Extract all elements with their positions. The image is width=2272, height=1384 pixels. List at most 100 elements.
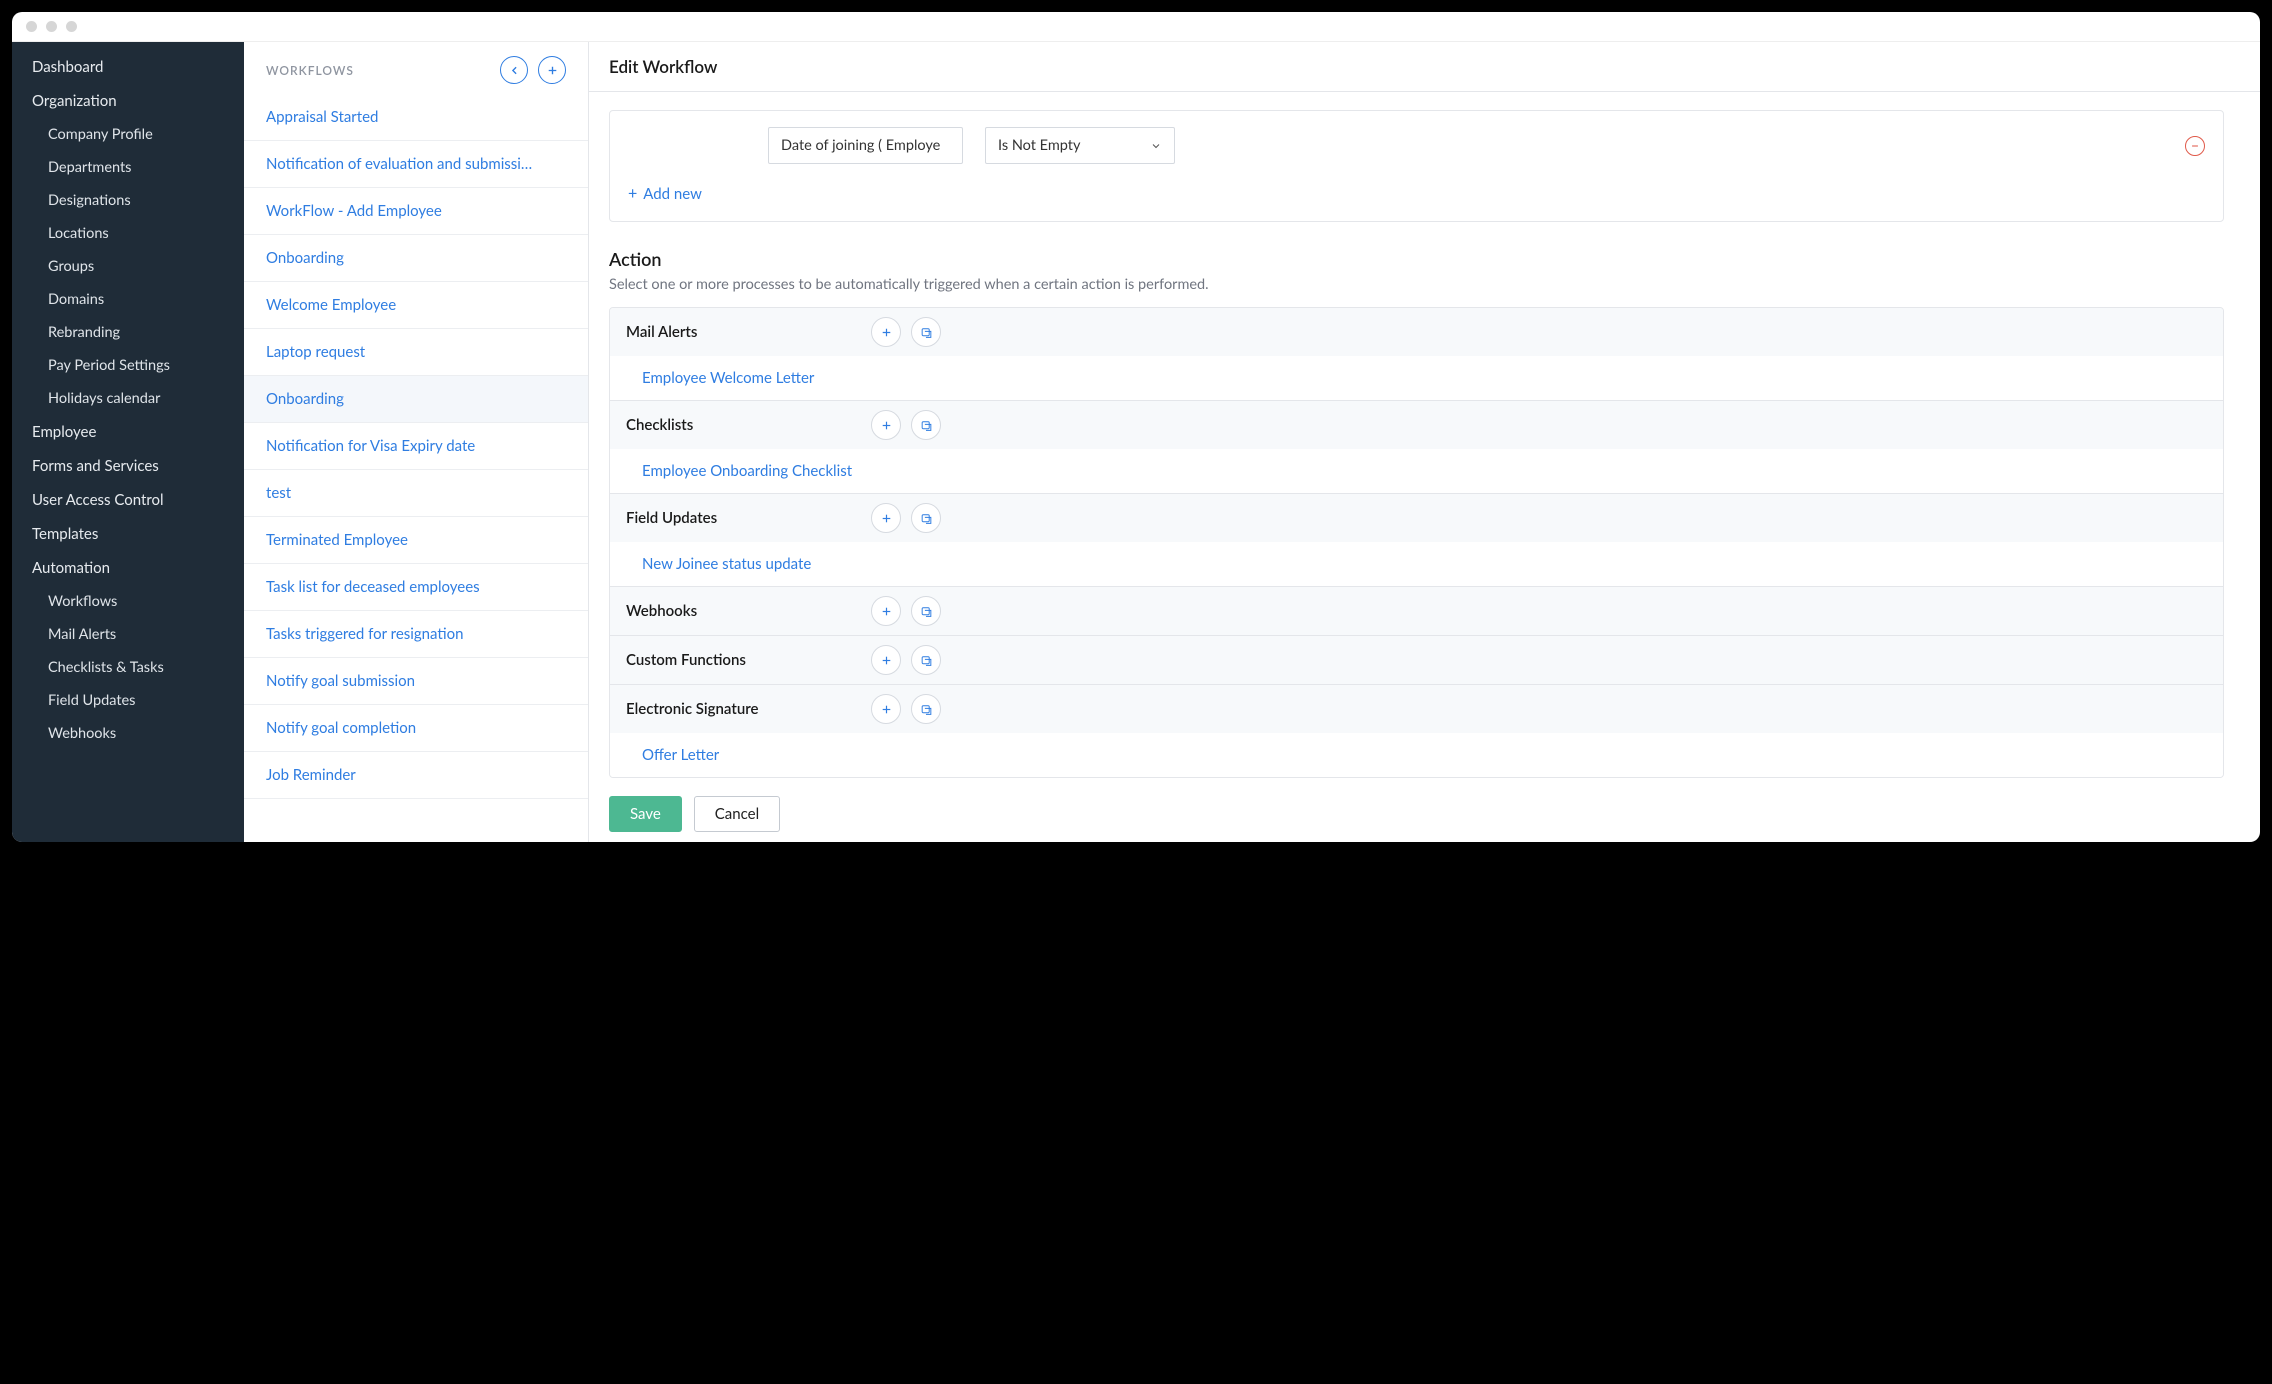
add-action-button[interactable] xyxy=(871,694,901,724)
minus-icon xyxy=(2190,141,2200,151)
action-group-icons xyxy=(871,645,941,675)
save-button[interactable]: Save xyxy=(609,796,682,832)
sidebar-item[interactable]: Groups xyxy=(12,250,244,283)
sidebar-item[interactable]: Employee xyxy=(12,415,244,449)
plus-icon xyxy=(880,703,893,716)
plus-icon xyxy=(880,419,893,432)
cancel-button[interactable]: Cancel xyxy=(694,796,780,832)
action-group-icons xyxy=(871,317,941,347)
link-action-button[interactable] xyxy=(911,503,941,533)
sidebar-item[interactable]: Checklists & Tasks xyxy=(12,651,244,684)
edit-panel: Edit Workflow Date of joining ( Employe … xyxy=(589,42,2260,842)
window-min-dot[interactable] xyxy=(46,21,57,32)
workflow-item[interactable]: Notify goal submission xyxy=(244,658,588,705)
workflow-item[interactable]: Onboarding xyxy=(244,376,588,423)
action-group-label: Custom Functions xyxy=(626,651,871,669)
workflow-item[interactable]: Appraisal Started xyxy=(244,94,588,141)
workflow-item[interactable]: Task list for deceased employees xyxy=(244,564,588,611)
plus-icon xyxy=(880,654,893,667)
remove-criteria-button[interactable] xyxy=(2185,136,2205,156)
link-existing-icon xyxy=(920,654,933,667)
sidebar-item[interactable]: Workflows xyxy=(12,585,244,618)
link-action-button[interactable] xyxy=(911,645,941,675)
workflow-item[interactable]: WorkFlow - Add Employee xyxy=(244,188,588,235)
workflow-item[interactable]: Notification of evaluation and submissi… xyxy=(244,141,588,188)
add-action-button[interactable] xyxy=(871,645,901,675)
action-group-header: Checklists xyxy=(610,400,2223,449)
footer-buttons: Save Cancel xyxy=(609,796,2224,832)
workflow-item[interactable]: Tasks triggered for resignation xyxy=(244,611,588,658)
action-group-header: Webhooks xyxy=(610,586,2223,635)
workflow-item[interactable]: Welcome Employee xyxy=(244,282,588,329)
sidebar-item[interactable]: Departments xyxy=(12,151,244,184)
add-criteria-button[interactable]: + Add new xyxy=(628,184,702,203)
sidebar-item[interactable]: Organization xyxy=(12,84,244,118)
action-item[interactable]: New Joinee status update xyxy=(610,542,2223,586)
add-action-button[interactable] xyxy=(871,596,901,626)
workflow-item[interactable]: Terminated Employee xyxy=(244,517,588,564)
chevron-left-icon xyxy=(508,64,521,77)
window-max-dot[interactable] xyxy=(66,21,77,32)
action-group-icons xyxy=(871,694,941,724)
action-group-header: Mail Alerts xyxy=(610,308,2223,356)
link-action-button[interactable] xyxy=(911,596,941,626)
sidebar-item[interactable]: Designations xyxy=(12,184,244,217)
chevron-down-icon xyxy=(1150,140,1162,152)
workflow-item[interactable]: Job Reminder xyxy=(244,752,588,799)
workflows-list: Appraisal StartedNotification of evaluat… xyxy=(244,94,588,842)
action-title: Action xyxy=(609,248,2224,270)
action-group-label: Webhooks xyxy=(626,602,871,620)
action-group-label: Field Updates xyxy=(626,509,871,527)
sidebar-item[interactable]: Dashboard xyxy=(12,50,244,84)
link-existing-icon xyxy=(920,326,933,339)
workflow-item[interactable]: Onboarding xyxy=(244,235,588,282)
sidebar-item[interactable]: Company Profile xyxy=(12,118,244,151)
action-group-label: Mail Alerts xyxy=(626,323,871,341)
sidebar-item[interactable]: Mail Alerts xyxy=(12,618,244,651)
add-workflow-button[interactable] xyxy=(538,56,566,84)
criteria-operator-value: Is Not Empty xyxy=(998,137,1080,154)
sidebar-item[interactable]: Templates xyxy=(12,517,244,551)
action-item[interactable]: Offer Letter xyxy=(610,733,2223,777)
action-box: Mail Alerts Employee Welcome LetterCheckl… xyxy=(609,307,2224,778)
add-action-button[interactable] xyxy=(871,503,901,533)
sidebar-item[interactable]: Domains xyxy=(12,283,244,316)
link-action-button[interactable] xyxy=(911,694,941,724)
plus-icon xyxy=(546,64,559,77)
back-button[interactable] xyxy=(500,56,528,84)
window-titlebar xyxy=(12,12,2260,42)
workflow-item[interactable]: Notification for Visa Expiry date xyxy=(244,423,588,470)
sidebar-item[interactable]: Rebranding xyxy=(12,316,244,349)
add-action-button[interactable] xyxy=(871,317,901,347)
workflow-item[interactable]: test xyxy=(244,470,588,517)
action-item[interactable]: Employee Onboarding Checklist xyxy=(610,449,2223,493)
sidebar-item[interactable]: Holidays calendar xyxy=(12,382,244,415)
action-item[interactable]: Employee Welcome Letter xyxy=(610,356,2223,400)
sidebar-item[interactable]: Automation xyxy=(12,551,244,585)
sidebar-item[interactable]: Forms and Services xyxy=(12,449,244,483)
criteria-operator-select[interactable]: Is Not Empty xyxy=(985,127,1175,164)
workflow-item[interactable]: Notify goal completion xyxy=(244,705,588,752)
link-action-button[interactable] xyxy=(911,410,941,440)
workflow-item[interactable]: Laptop request xyxy=(244,329,588,376)
action-group-header: Custom Functions xyxy=(610,635,2223,684)
edit-header: Edit Workflow xyxy=(589,42,2260,92)
link-existing-icon xyxy=(920,419,933,432)
action-group-header: Electronic Signature xyxy=(610,684,2223,733)
window-close-dot[interactable] xyxy=(26,21,37,32)
sidebar-item[interactable]: Locations xyxy=(12,217,244,250)
sidebar-item[interactable]: User Access Control xyxy=(12,483,244,517)
sidebar-item[interactable]: Webhooks xyxy=(12,717,244,750)
sidebar-item[interactable]: Pay Period Settings xyxy=(12,349,244,382)
criteria-box: Date of joining ( Employe Is Not Empty +… xyxy=(609,110,2224,222)
action-desc: Select one or more processes to be autom… xyxy=(609,276,2224,293)
add-new-label: Add new xyxy=(643,185,702,203)
link-existing-icon xyxy=(920,703,933,716)
workflows-title: WORKFLOWS xyxy=(266,63,354,78)
sidebar-item[interactable]: Field Updates xyxy=(12,684,244,717)
add-action-button[interactable] xyxy=(871,410,901,440)
edit-title: Edit Workflow xyxy=(609,56,2240,77)
criteria-field-select[interactable]: Date of joining ( Employe xyxy=(768,127,963,164)
link-action-button[interactable] xyxy=(911,317,941,347)
workflows-panel: WORKFLOWS Appraisal StartedNotification … xyxy=(244,42,589,842)
